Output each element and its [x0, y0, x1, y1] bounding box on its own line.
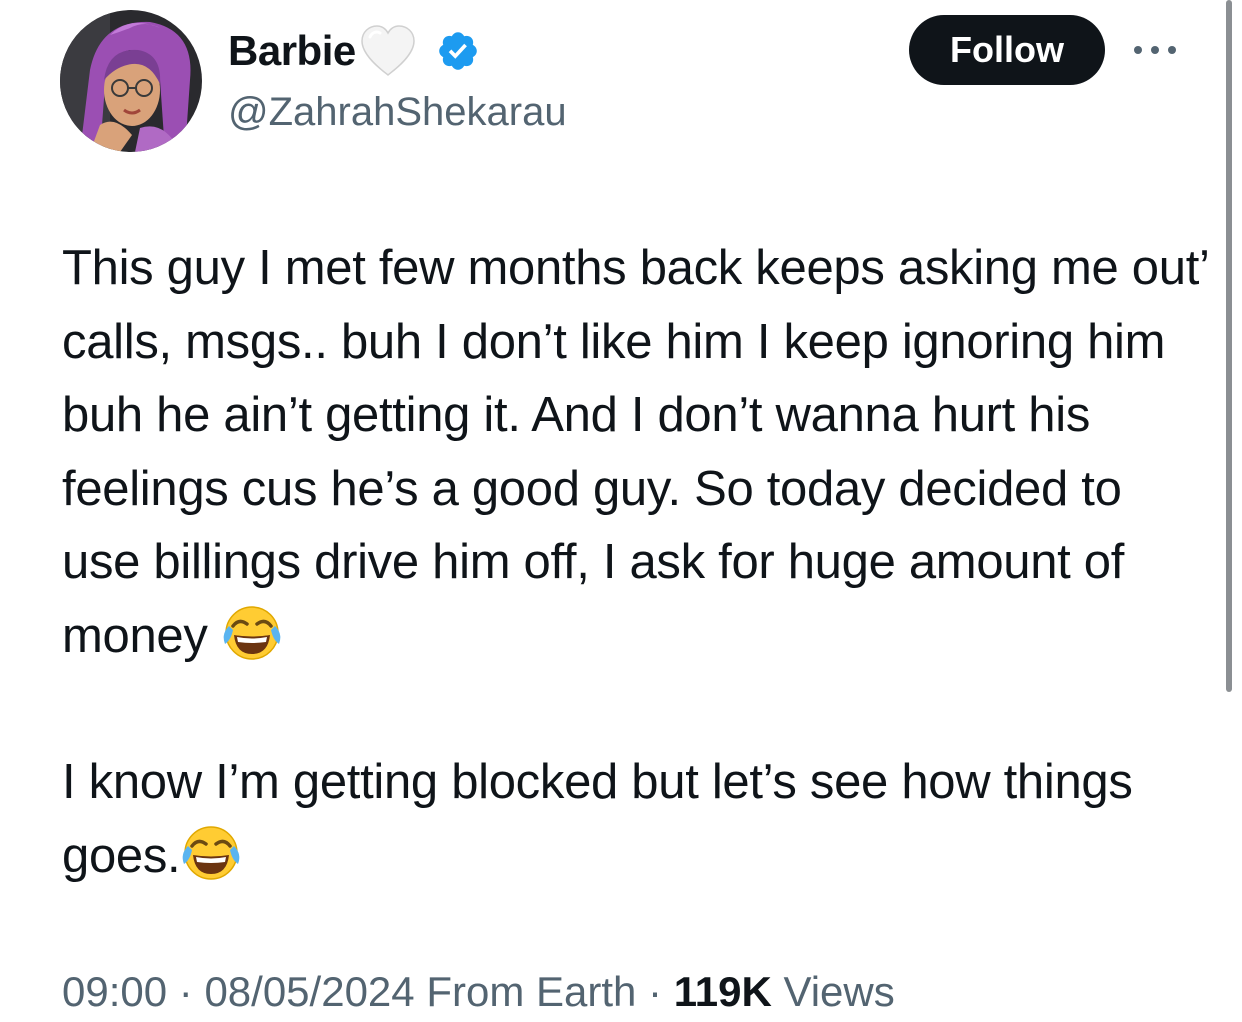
meta-separator: ·	[636, 968, 674, 1015]
tweet-meta: 09:00 · 08/05/2024 From Earth · 119K Vie…	[62, 962, 895, 1022]
tweet-source: From Earth	[414, 968, 637, 1015]
display-name-row: Barbie	[228, 22, 480, 80]
tweet-paragraph-2: I know I’m getting blocked but let’s see…	[62, 746, 1212, 893]
views-count: 119K	[673, 968, 772, 1015]
tears-of-joy-emoji-icon	[221, 600, 283, 662]
verified-badge-icon[interactable]	[436, 29, 480, 73]
follow-button[interactable]: Follow	[909, 15, 1105, 85]
tweet-time[interactable]: 09:00	[62, 968, 167, 1015]
views-label: Views	[771, 968, 895, 1015]
tears-of-joy-emoji-icon	[180, 820, 242, 882]
more-icon[interactable]	[1130, 40, 1180, 60]
tweet-text: This guy I met few months back keeps ask…	[62, 232, 1212, 893]
tweet-paragraph-1: This guy I met few months back keeps ask…	[62, 232, 1212, 673]
avatar[interactable]	[60, 10, 202, 152]
tweet-date[interactable]: 08/05/2024	[204, 968, 414, 1015]
meta-separator: ·	[167, 968, 205, 1015]
white-heart-icon	[358, 23, 418, 79]
scrollbar[interactable]	[1226, 0, 1232, 692]
display-name[interactable]: Barbie	[228, 22, 356, 80]
user-handle[interactable]: @ZahrahShekarau	[228, 86, 567, 138]
